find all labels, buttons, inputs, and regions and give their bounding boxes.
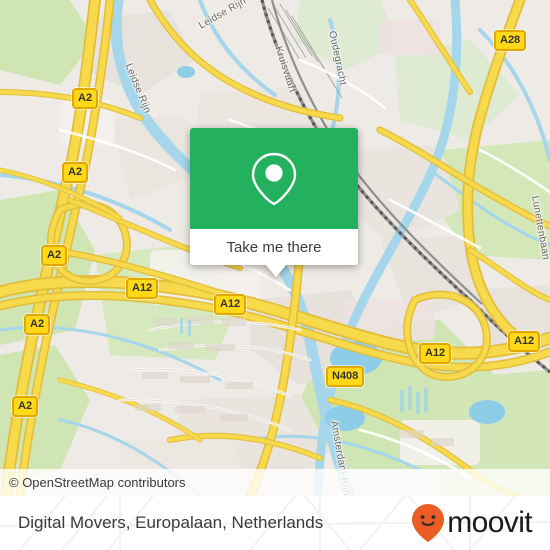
road-shield: A2 [12,396,39,417]
osm-attribution-text: © OpenStreetMap contributors [9,475,186,490]
road-shield: A2 [62,162,89,183]
road-shield: A12 [214,294,247,315]
road-shield: A2 [72,88,99,109]
road-shield: A12 [419,343,452,364]
popup-pin-area [190,128,358,229]
location-pin-icon [251,152,297,205]
moovit-brand: moovit [411,503,533,543]
place-title: Digital Movers, Europalaan, Netherlands [18,513,324,532]
road-shield: A12 [126,278,159,299]
road-shield: N408 [326,366,365,387]
footer-bar: Digital Movers, Europalaan, Netherlands … [0,496,550,550]
moovit-smiley-pin-icon [412,504,445,542]
popup-action-row[interactable]: Take me there [190,229,358,265]
map-screenshot: A2 A2 A2 A2 A2 A12 A12 A12 A12 A28 N408 … [0,0,550,550]
popup-pointer [265,264,287,277]
road-shield: A12 [508,331,541,352]
moovit-wordmark: moovit [447,506,532,539]
road-shield: A2 [24,314,51,335]
road-shield: A2 [41,245,68,266]
osm-attribution-bar: © OpenStreetMap contributors [0,469,550,496]
take-me-there-popup[interactable]: Take me there [190,128,358,277]
road-shield: A28 [494,30,527,51]
map-canvas[interactable]: A2 A2 A2 A2 A2 A12 A12 A12 A12 A28 N408 … [0,0,550,496]
take-me-there-label: Take me there [226,238,322,256]
